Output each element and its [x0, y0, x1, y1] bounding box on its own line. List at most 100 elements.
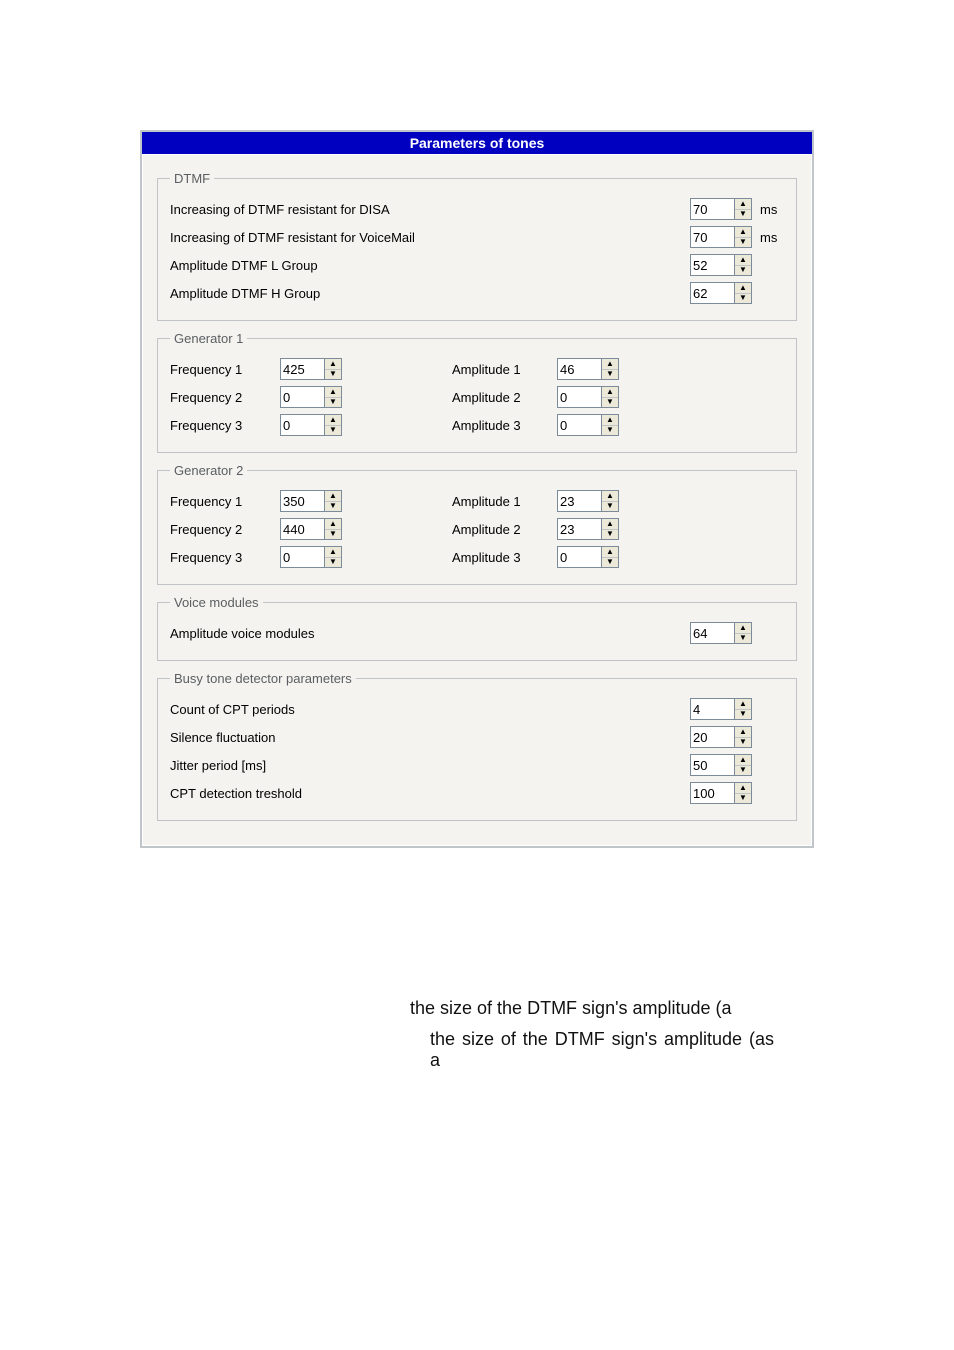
gen2-amp3-label: Amplitude 3: [452, 550, 557, 565]
spin-down-icon[interactable]: ▼: [325, 530, 341, 540]
dtmf-disa-spinner[interactable]: ▲ ▼: [690, 198, 752, 220]
spin-down-icon[interactable]: ▼: [602, 398, 618, 408]
spin-down-icon[interactable]: ▼: [735, 634, 751, 644]
spin-down-icon[interactable]: ▼: [602, 370, 618, 380]
gen1-amp2-input[interactable]: [557, 386, 601, 408]
spin-up-icon[interactable]: ▲: [325, 415, 341, 426]
gen2-freq2-input[interactable]: [280, 518, 324, 540]
dtmf-lgroup-spinner[interactable]: ▲ ▼: [690, 254, 752, 276]
busy-tone-legend: Busy tone detector parameters: [170, 671, 356, 686]
gen1-amp3-label: Amplitude 3: [452, 418, 557, 433]
gen1-amp1-spinner[interactable]: ▲▼: [557, 358, 619, 380]
cpt-threshold-spinner[interactable]: ▲▼: [690, 782, 752, 804]
document-body-text: the size of the DTMF sign's amplitude (a…: [140, 998, 814, 1071]
panel-title: Parameters of tones: [142, 132, 812, 154]
spin-up-icon[interactable]: ▲: [602, 547, 618, 558]
gen2-freq3-label: Frequency 3: [170, 550, 280, 565]
spin-up-icon[interactable]: ▲: [735, 255, 751, 266]
spin-up-icon[interactable]: ▲: [602, 519, 618, 530]
body-line-1: the size of the DTMF sign's amplitude (a: [180, 998, 774, 1019]
spin-up-icon[interactable]: ▲: [735, 755, 751, 766]
voice-amp-input[interactable]: [690, 622, 734, 644]
dtmf-disa-input[interactable]: [690, 198, 734, 220]
dtmf-voicemail-spinner[interactable]: ▲ ▼: [690, 226, 752, 248]
spin-up-icon[interactable]: ▲: [735, 727, 751, 738]
spin-down-icon[interactable]: ▼: [325, 558, 341, 568]
gen2-freq2-spinner[interactable]: ▲▼: [280, 518, 342, 540]
gen1-amp1-input[interactable]: [557, 358, 601, 380]
spin-down-icon[interactable]: ▼: [602, 502, 618, 512]
gen2-amp1-spinner[interactable]: ▲▼: [557, 490, 619, 512]
spin-up-icon[interactable]: ▲: [325, 519, 341, 530]
dtmf-voicemail-input[interactable]: [690, 226, 734, 248]
spin-up-icon[interactable]: ▲: [325, 547, 341, 558]
silence-fluct-label: Silence fluctuation: [170, 730, 690, 745]
spin-up-icon[interactable]: ▲: [602, 359, 618, 370]
dtmf-hgroup-spinner[interactable]: ▲ ▼: [690, 282, 752, 304]
spin-up-icon[interactable]: ▲: [735, 783, 751, 794]
spin-up-icon[interactable]: ▲: [735, 283, 751, 294]
dtmf-hgroup-input[interactable]: [690, 282, 734, 304]
silence-fluct-spinner[interactable]: ▲▼: [690, 726, 752, 748]
spin-down-icon[interactable]: ▼: [735, 294, 751, 304]
silence-fluct-input[interactable]: [690, 726, 734, 748]
gen2-freq3-input[interactable]: [280, 546, 324, 568]
dtmf-hgroup-label: Amplitude DTMF H Group: [170, 286, 690, 301]
spin-down-icon[interactable]: ▼: [735, 210, 751, 220]
gen2-freq1-input[interactable]: [280, 490, 324, 512]
gen1-amp2-spinner[interactable]: ▲▼: [557, 386, 619, 408]
spin-down-icon[interactable]: ▼: [735, 238, 751, 248]
gen1-freq2-spinner[interactable]: ▲▼: [280, 386, 342, 408]
spin-up-icon[interactable]: ▲: [325, 387, 341, 398]
spin-up-icon[interactable]: ▲: [602, 491, 618, 502]
gen1-freq2-input[interactable]: [280, 386, 324, 408]
spin-down-icon[interactable]: ▼: [602, 426, 618, 436]
gen2-amp2-spinner[interactable]: ▲▼: [557, 518, 619, 540]
dtmf-lgroup-input[interactable]: [690, 254, 734, 276]
gen2-amp1-input[interactable]: [557, 490, 601, 512]
spin-up-icon[interactable]: ▲: [735, 227, 751, 238]
jitter-period-label: Jitter period [ms]: [170, 758, 690, 773]
gen2-amp3-input[interactable]: [557, 546, 601, 568]
spin-up-icon[interactable]: ▲: [602, 415, 618, 426]
jitter-period-spinner[interactable]: ▲▼: [690, 754, 752, 776]
jitter-period-input[interactable]: [690, 754, 734, 776]
dtmf-lgroup-label: Amplitude DTMF L Group: [170, 258, 690, 273]
dtmf-legend: DTMF: [170, 171, 214, 186]
cpt-periods-input[interactable]: [690, 698, 734, 720]
spin-down-icon[interactable]: ▼: [735, 738, 751, 748]
gen1-freq1-spinner[interactable]: ▲▼: [280, 358, 342, 380]
parameters-panel: Parameters of tones DTMF Increasing of D…: [140, 130, 814, 848]
gen1-freq3-spinner[interactable]: ▲▼: [280, 414, 342, 436]
spin-down-icon[interactable]: ▼: [735, 766, 751, 776]
spin-down-icon[interactable]: ▼: [602, 530, 618, 540]
cpt-threshold-input[interactable]: [690, 782, 734, 804]
gen2-amp2-input[interactable]: [557, 518, 601, 540]
spin-up-icon[interactable]: ▲: [735, 623, 751, 634]
spin-down-icon[interactable]: ▼: [735, 266, 751, 276]
busy-tone-group: Busy tone detector parameters Count of C…: [157, 671, 797, 821]
spin-up-icon[interactable]: ▲: [325, 359, 341, 370]
spin-up-icon[interactable]: ▲: [735, 199, 751, 210]
gen2-amp3-spinner[interactable]: ▲▼: [557, 546, 619, 568]
gen2-freq3-spinner[interactable]: ▲▼: [280, 546, 342, 568]
spin-down-icon[interactable]: ▼: [325, 370, 341, 380]
voice-modules-legend: Voice modules: [170, 595, 263, 610]
voice-amp-spinner[interactable]: ▲▼: [690, 622, 752, 644]
cpt-periods-spinner[interactable]: ▲▼: [690, 698, 752, 720]
gen2-freq1-spinner[interactable]: ▲▼: [280, 490, 342, 512]
spin-up-icon[interactable]: ▲: [602, 387, 618, 398]
gen1-freq1-label: Frequency 1: [170, 362, 280, 377]
gen1-amp3-input[interactable]: [557, 414, 601, 436]
spin-down-icon[interactable]: ▼: [325, 502, 341, 512]
spin-down-icon[interactable]: ▼: [735, 794, 751, 804]
spin-down-icon[interactable]: ▼: [325, 426, 341, 436]
gen1-freq3-input[interactable]: [280, 414, 324, 436]
spin-down-icon[interactable]: ▼: [602, 558, 618, 568]
spin-up-icon[interactable]: ▲: [325, 491, 341, 502]
spin-up-icon[interactable]: ▲: [735, 699, 751, 710]
gen1-amp3-spinner[interactable]: ▲▼: [557, 414, 619, 436]
spin-down-icon[interactable]: ▼: [735, 710, 751, 720]
gen1-freq1-input[interactable]: [280, 358, 324, 380]
spin-down-icon[interactable]: ▼: [325, 398, 341, 408]
